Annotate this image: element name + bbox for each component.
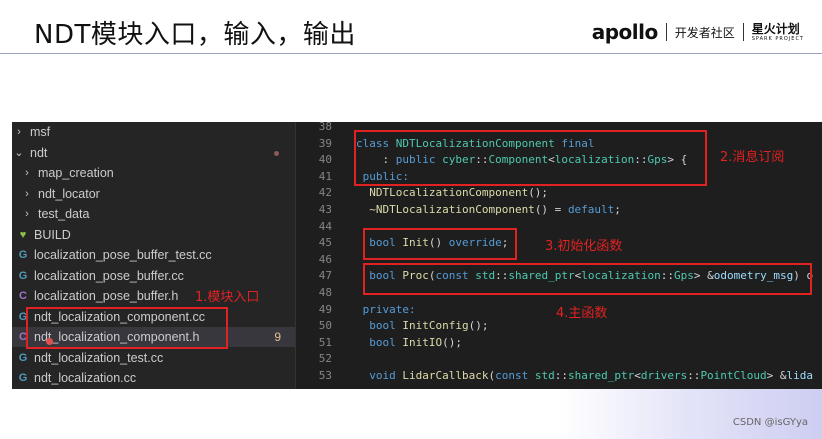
tree-item-label: ndt_locator xyxy=(38,187,100,201)
line-number: 38 xyxy=(318,122,332,133)
tree-item-label: localization_pose_buffer.cc xyxy=(34,269,184,283)
tree-item-label: localization_pose_buffer.h xyxy=(34,289,179,303)
chevron-right-icon: › xyxy=(25,208,29,220)
tree-item-label: map_creation xyxy=(38,166,114,180)
line-number: 50 xyxy=(318,319,332,333)
annotation-main-function: 4.主函数 xyxy=(556,306,608,321)
spark-project-logo: 星火计划 SPARK PROJECT xyxy=(752,23,804,42)
cpp-file-icon: G xyxy=(18,249,28,261)
line-number: 48 xyxy=(318,286,332,299)
brand-divider xyxy=(742,23,744,41)
line-number: 45 xyxy=(318,236,332,250)
chevron-right-icon: › xyxy=(25,188,29,200)
chevron-down-icon: ⌄ xyxy=(14,147,24,159)
line-number: 43 xyxy=(318,203,332,216)
decorative-glow xyxy=(560,389,822,439)
title-divider xyxy=(0,53,822,54)
chevron-right-icon: › xyxy=(25,167,29,179)
spark-project-cn: 星火计划 xyxy=(751,21,800,36)
annotation-message-subscribe: 2.消息订阅 xyxy=(720,150,785,165)
tree-item-label: msf xyxy=(30,125,51,139)
slide-title: NDT模块入口，输入，输出 xyxy=(34,20,356,50)
code-line-43: ~NDTLocalizationComponent() = default; xyxy=(356,203,621,216)
tree-item-file[interactable]: G localization_pose_buffer.cc xyxy=(16,266,295,286)
proc-highlight-box xyxy=(363,263,812,295)
tree-item-file[interactable]: G localization_pose_buffer_test.cc xyxy=(16,245,295,265)
tree-item-label: localization_pose_buffer_test.cc xyxy=(34,248,212,262)
line-number: 44 xyxy=(318,219,332,233)
spark-project-en: SPARK PROJECT xyxy=(751,35,804,42)
tree-item-label: ndt xyxy=(30,146,48,160)
cpp-file-icon: G xyxy=(18,352,28,364)
brand-divider xyxy=(665,23,667,41)
line-number: 53 xyxy=(318,369,332,382)
pointer-dot-icon xyxy=(46,338,53,345)
code-line-51: bool InitIO(); xyxy=(356,335,462,349)
apollo-logo: apollo xyxy=(591,20,659,44)
entry-highlight-box xyxy=(26,307,228,349)
line-number: 39 xyxy=(318,136,332,150)
tree-item-test-data[interactable]: › test_data xyxy=(20,204,295,224)
problem-count-badge: 9 xyxy=(274,330,281,344)
cpp-file-icon: G xyxy=(18,270,28,282)
developer-community-label: 开发者社区 xyxy=(674,25,735,40)
modified-dot-icon xyxy=(274,151,279,156)
code-line-53: void LidarCallback(const std::shared_ptr… xyxy=(356,369,814,382)
annotation-module-entry: 1.模块入口 xyxy=(195,290,260,305)
line-number: 49 xyxy=(318,302,332,316)
tree-item-msf[interactable]: › msf xyxy=(12,122,295,142)
init-highlight-box xyxy=(363,228,517,260)
line-number: 42 xyxy=(318,186,332,200)
code-line-50: bool InitConfig(); xyxy=(356,319,489,333)
code-line-49: private: xyxy=(356,302,416,316)
heart-icon: ♥ xyxy=(19,229,27,241)
tree-item-build[interactable]: ♥ BUILD xyxy=(16,225,295,245)
watermark: CSDN @isGYya xyxy=(732,417,808,428)
tree-item-map-creation[interactable]: › map_creation xyxy=(20,163,295,183)
line-number: 47 xyxy=(318,269,332,283)
tree-item-file[interactable]: G ndt_localization.cc xyxy=(16,368,295,388)
line-number: 52 xyxy=(318,352,332,366)
cpp-file-icon: G xyxy=(18,372,28,384)
brand-logos: apollo 开发者社区 星火计划 SPARK PROJECT xyxy=(592,20,804,44)
code-line-42: NDTLocalizationComponent(); xyxy=(356,186,549,200)
line-number: 51 xyxy=(318,335,332,349)
tree-item-ndt-locator[interactable]: › ndt_locator xyxy=(20,184,295,204)
tree-item-label: ndt_localization_test.cc xyxy=(34,351,164,365)
line-number: 40 xyxy=(318,153,332,167)
line-number: 41 xyxy=(318,169,332,183)
tree-item-label: test_data xyxy=(38,207,90,221)
tree-item-file[interactable]: G ndt_localization_test.cc xyxy=(16,348,295,368)
tree-item-ndt[interactable]: ⌄ ndt xyxy=(12,143,295,163)
chevron-right-icon: › xyxy=(17,126,21,138)
annotation-init-function: 3.初始化函数 xyxy=(545,239,623,254)
tree-item-label: ndt_localization.cc xyxy=(34,371,137,385)
line-number: 46 xyxy=(318,252,332,266)
header-file-icon: C xyxy=(19,290,27,302)
subscribe-highlight-box xyxy=(354,130,707,186)
tree-item-label: BUILD xyxy=(34,228,71,242)
